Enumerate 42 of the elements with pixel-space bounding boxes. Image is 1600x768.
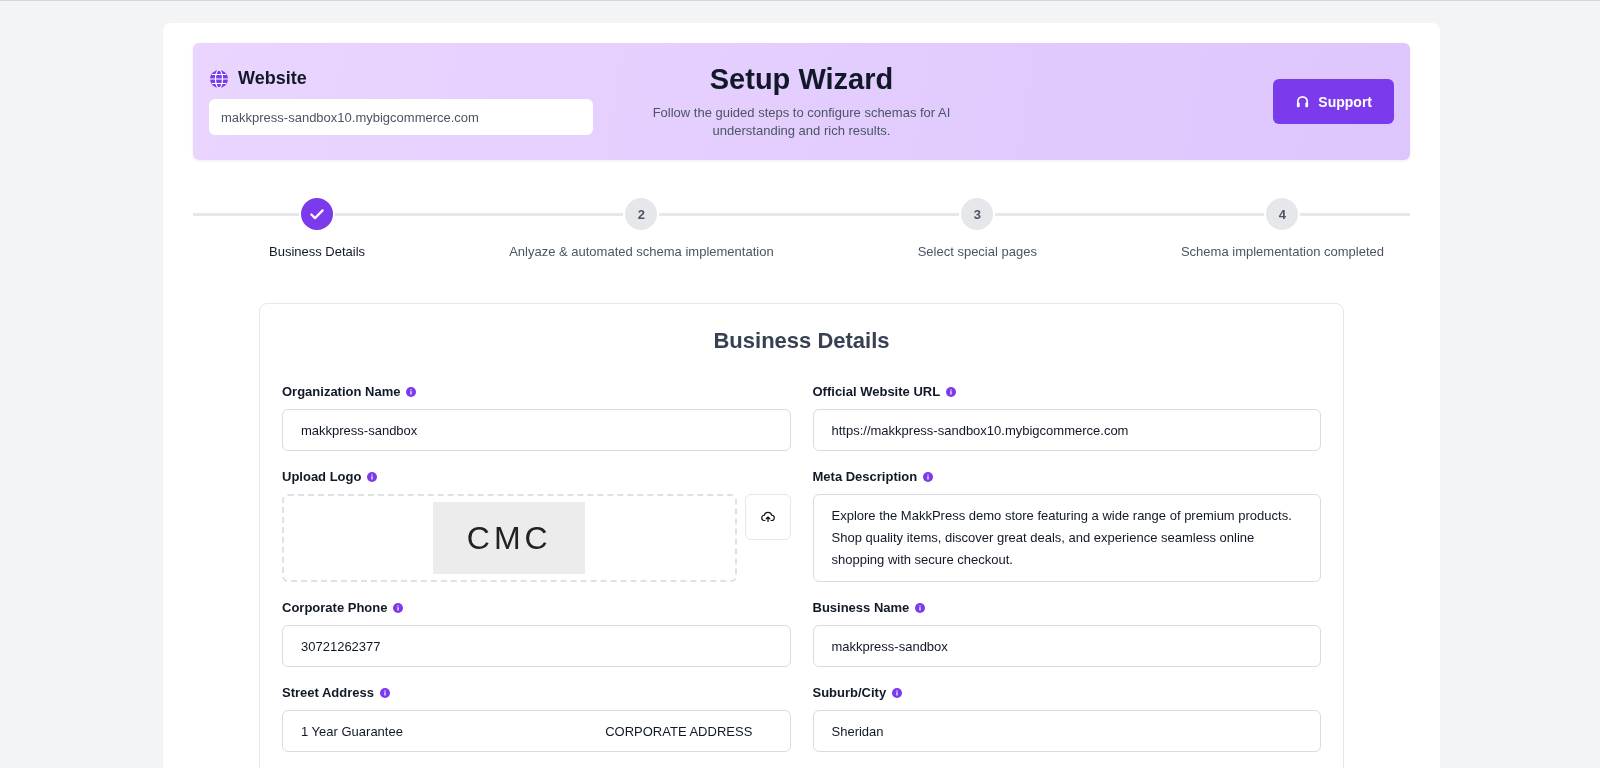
wizard-title: Setup Wizard — [709, 62, 894, 96]
field-label: Organization Name — [282, 384, 401, 399]
step-label: Anlyaze & automated schema implementation — [509, 244, 774, 259]
step-label: Select special pages — [917, 244, 1037, 259]
text-field[interactable]: makkpress-sandbox — [282, 409, 791, 451]
info-icon — [923, 471, 934, 482]
info-icon — [393, 602, 404, 613]
text-field[interactable]: Sheridan — [812, 710, 1321, 752]
headset-icon — [1295, 94, 1311, 109]
step-label: Business Details — [269, 244, 366, 259]
text-field[interactable]: 1 Year Guarantee CORPORATE ADDRESS — [282, 710, 791, 752]
field-label: Business Name — [812, 600, 910, 615]
field-label: Suburb/City — [812, 685, 887, 700]
globe-icon — [209, 68, 229, 89]
support-button[interactable]: Support — [1273, 79, 1394, 124]
info-icon — [406, 386, 417, 397]
step-number: 2 — [637, 206, 645, 222]
info-icon — [367, 471, 378, 482]
field-label: Corporate Phone — [282, 600, 388, 615]
field-label: Meta Description — [812, 469, 918, 484]
field-label: Official Website URL — [812, 384, 941, 399]
logo-dropzone[interactable]: CMC — [282, 494, 737, 582]
info-icon — [892, 687, 903, 698]
logo-preview: CMC — [433, 502, 586, 574]
info-icon — [915, 602, 926, 613]
description-field[interactable]: Explore the MakkPress demo store featuring a wide range of premium products. Shop quality items, discover great deals, and experience seamless online shopping with secure checkout. — [812, 494, 1321, 582]
website-field[interactable]: makkpress-sandbox10.mybigcommerce.com — [209, 99, 593, 135]
field-label: Upload Logo — [282, 469, 362, 484]
info-icon — [946, 386, 957, 397]
step-number: 4 — [1278, 206, 1287, 222]
step-number: 3 — [973, 206, 981, 222]
text-field[interactable]: 30721262377 — [282, 625, 791, 667]
wizard-subtitle: Follow the guided steps to configure schemas for AI understanding and rich results. — [651, 103, 952, 140]
info-icon — [380, 687, 390, 698]
cloud-upload-icon — [760, 510, 775, 524]
text-field[interactable]: makkpress-sandbox — [812, 625, 1321, 667]
step-label: Schema implementation completed — [1180, 244, 1384, 259]
website-label: Website — [238, 68, 307, 89]
upload-button[interactable] — [744, 494, 791, 540]
text-field[interactable]: https://makkpress-sandbox10.mybigcommerce.com — [812, 409, 1321, 451]
form-title: Business Details — [712, 328, 891, 354]
field-label: Street Address — [282, 685, 374, 700]
